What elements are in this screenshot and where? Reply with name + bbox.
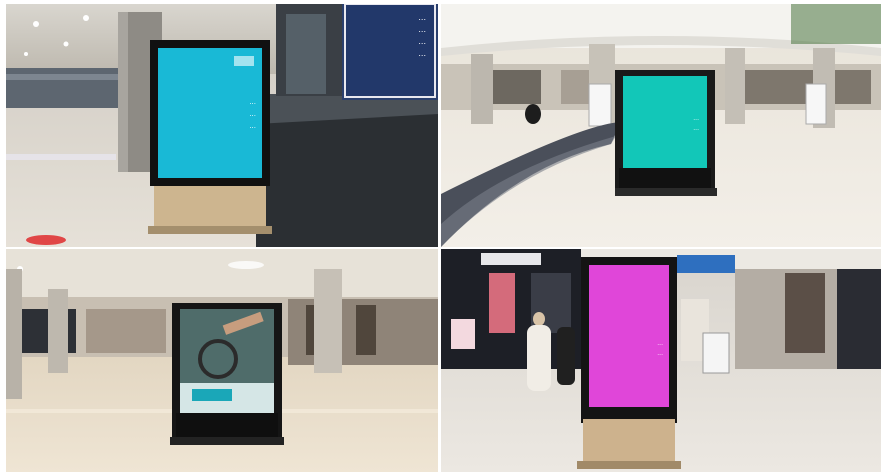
screen-text-line-2: ...: [657, 350, 663, 357]
overhead-sign-line-4: ...: [418, 49, 426, 58]
screen-text-line-1: ...: [693, 115, 699, 122]
overhead-sign-line-1: ...: [418, 13, 426, 22]
photo-kiosk-top-left: ... ... ... ... ... ... ...: [6, 4, 438, 247]
photo-kiosk-bottom-left: [6, 249, 438, 472]
screen-text-line-3: ...: [249, 122, 256, 130]
screen-text-line-1: ...: [657, 340, 663, 347]
overhead-sign-line-3: ...: [418, 37, 426, 46]
screen-text-line-2: ...: [249, 110, 256, 118]
photo-collage: ... ... ... ... ... ... ... ... ... ... …: [0, 0, 887, 476]
kiosk-screen-magenta: [589, 265, 669, 407]
photo-kiosk-top-right: ... ...: [441, 4, 881, 247]
screen-text-line-2: ...: [693, 125, 699, 132]
photo-kiosk-bottom-right: ... ...: [441, 249, 881, 472]
kiosk-screen-teal: [623, 76, 707, 168]
kiosk-screen-cyan: [158, 48, 262, 178]
overhead-sign-line-2: ...: [418, 25, 426, 34]
screen-text-line-1: ...: [249, 98, 256, 106]
